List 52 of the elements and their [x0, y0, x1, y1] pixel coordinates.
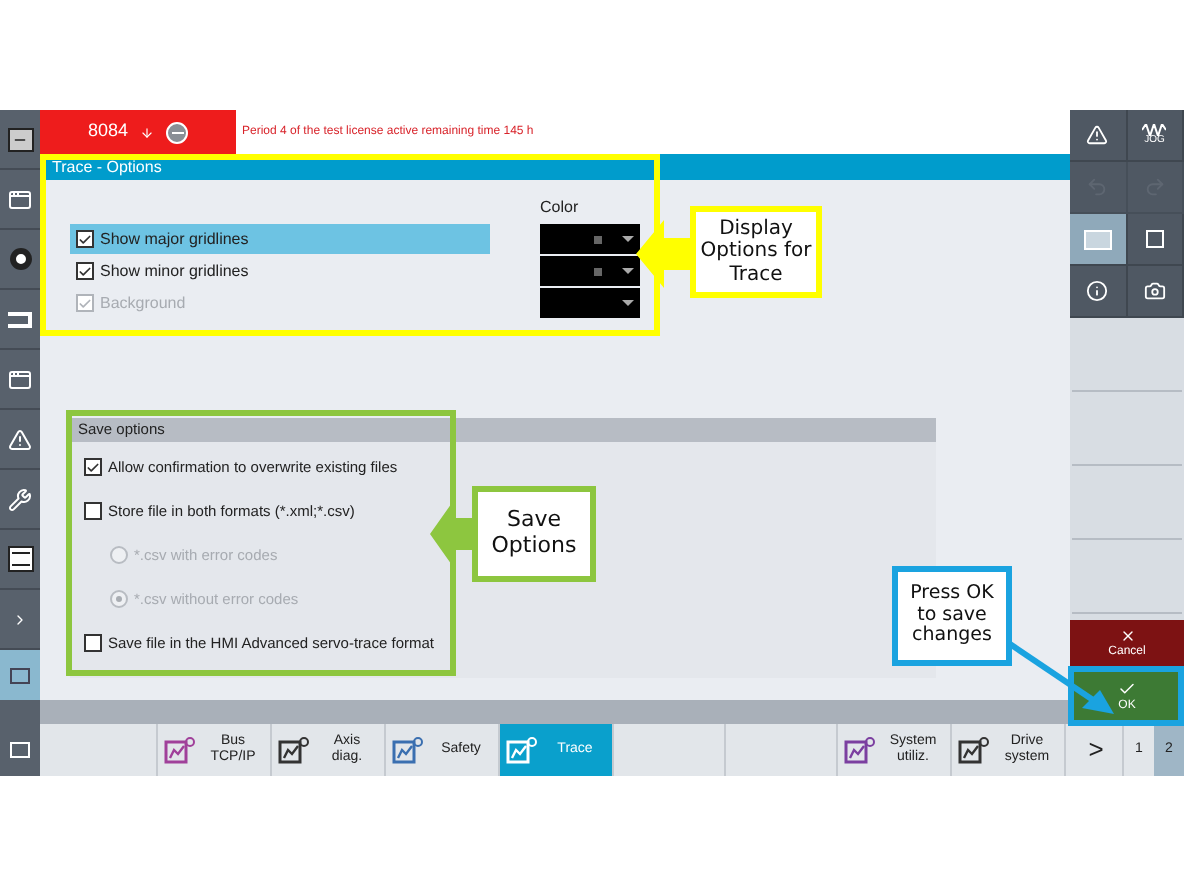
softkey-icon [164, 736, 196, 764]
check-icon [1118, 679, 1136, 697]
softkey-icon [958, 736, 990, 764]
alarm-icon[interactable] [8, 427, 32, 451]
alarm-icon [1086, 124, 1109, 146]
panel-button[interactable] [1070, 266, 1127, 318]
softkey-icon [392, 736, 424, 764]
color-swatch [594, 235, 602, 243]
checkbox[interactable] [84, 502, 102, 520]
window-icon[interactable] [8, 187, 32, 211]
color-dropdown[interactable] [540, 256, 640, 286]
panel-icon[interactable] [10, 667, 30, 683]
color-dropdown[interactable] [540, 224, 640, 254]
next-button[interactable]: > [1070, 724, 1124, 776]
window-icon [1145, 230, 1164, 248]
option-label: Show major gridlines [100, 227, 249, 251]
option-label: Show minor gridlines [100, 259, 249, 283]
camera-icon [1143, 280, 1166, 302]
window-icon [1083, 229, 1112, 249]
checkbox[interactable] [84, 458, 102, 476]
softkey-icon [278, 736, 310, 764]
bracket-icon[interactable] [8, 311, 32, 327]
callout-box: Display Options for Trace [690, 206, 822, 298]
panel-button[interactable] [1070, 110, 1127, 162]
caret-icon [622, 300, 634, 306]
softkey-icon [844, 736, 876, 764]
caret-icon [622, 268, 634, 274]
callout-box: Press OK to save changes [892, 566, 1012, 666]
softkey-icon [506, 736, 538, 764]
callout-box: Save Options [472, 486, 596, 582]
machine-icon[interactable] [7, 127, 33, 151]
panel-button[interactable] [1127, 266, 1184, 318]
option-row[interactable]: Show major gridlines [70, 224, 490, 254]
option-label: Background [100, 291, 186, 315]
callout-arrow [636, 220, 696, 288]
panel-button[interactable] [1070, 214, 1127, 266]
caret-icon [622, 236, 634, 242]
expand-icon[interactable] [12, 611, 28, 627]
panel-button[interactable] [1127, 214, 1184, 266]
close-icon [1119, 628, 1135, 644]
channel-number: 8084 [87, 118, 129, 145]
wave-icon [1142, 124, 1167, 136]
wrench-icon[interactable] [8, 487, 32, 511]
stop-icon [166, 121, 189, 143]
color-swatch [594, 267, 602, 275]
checkbox[interactable] [84, 634, 102, 652]
checkbox[interactable] [76, 230, 94, 248]
column-heading: Color [540, 196, 579, 220]
checkbox[interactable] [76, 262, 94, 280]
arrow-down-icon [140, 125, 155, 139]
option-row[interactable]: Show minor gridlines [70, 256, 490, 286]
info-icon [1086, 280, 1109, 302]
